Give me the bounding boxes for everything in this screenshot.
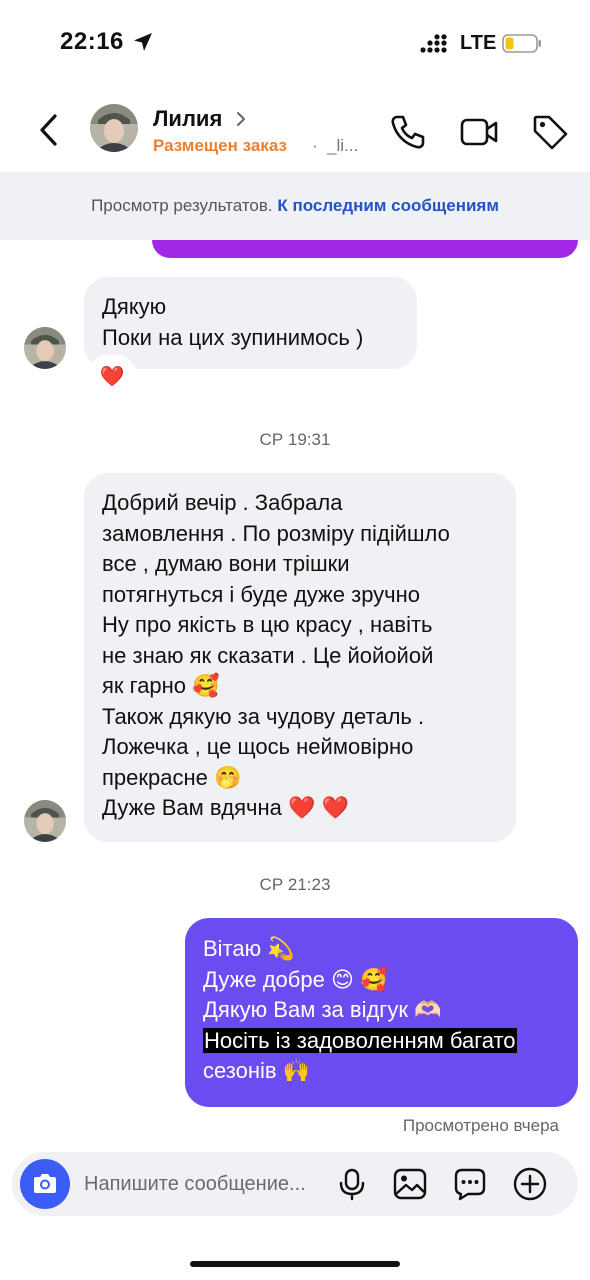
gallery-icon[interactable]: [392, 1166, 428, 1202]
sender-avatar[interactable]: [24, 800, 66, 842]
message-line: Добрий вечір . Забрала: [102, 490, 343, 515]
banner-text: Просмотр результатов.: [91, 196, 273, 215]
subtitle-separator: ·: [312, 136, 318, 155]
status-time: 22:16: [60, 28, 124, 55]
contact-name[interactable]: Лилия: [153, 106, 222, 132]
message-line: прекрасне 🤭: [102, 764, 242, 790]
jump-to-latest-link[interactable]: К последним сообщениям: [277, 196, 499, 215]
camera-button[interactable]: [20, 1159, 70, 1209]
network-type: LTE: [460, 32, 497, 54]
highlighted-message-line: Носіть із задоволенням багато: [203, 1027, 517, 1053]
message-line: не знаю як сказати . Це йойойой: [102, 642, 434, 668]
message-line: сезонів 🙌: [203, 1058, 311, 1083]
microphone-icon[interactable]: [334, 1166, 370, 1202]
contact-handle: _li...: [327, 136, 359, 155]
signal-icon: [420, 34, 447, 53]
heart-reaction: ❤️: [99, 364, 125, 388]
battery-icon: [502, 34, 541, 53]
sender-avatar[interactable]: [24, 327, 66, 369]
message-line: Ну про якість в цю красу , навіть: [102, 612, 433, 637]
location-arrow-icon: [134, 33, 152, 51]
message-line: Дуже Вам вдячна ❤️ ❤️: [102, 795, 349, 820]
back-icon[interactable]: [34, 110, 64, 150]
camera-icon: [34, 1174, 56, 1193]
message-line: Дякую: [102, 294, 167, 319]
message-line: потягнуться і буде дуже зручно: [102, 581, 421, 607]
tag-icon[interactable]: [530, 112, 570, 152]
message-line: Поки на цих зупинимось ): [102, 324, 364, 350]
phone-icon[interactable]: [388, 112, 428, 152]
message-line: все , думаю вони трішки: [102, 551, 350, 576]
message-reaction[interactable]: ❤️: [90, 358, 134, 394]
message-line: Дякую Вам за відгук 🫶🏻: [203, 997, 442, 1022]
message-line: Вітаю 💫: [203, 936, 295, 961]
message-composer: [12, 1152, 578, 1216]
outgoing-message[interactable]: Вітаю 💫 Дуже добре 😊 🥰 Дякую Вам за відг…: [185, 918, 578, 1107]
chevron-right-icon[interactable]: [234, 109, 248, 129]
order-status: Размещен заказ: [153, 136, 287, 155]
home-indicator[interactable]: [190, 1261, 400, 1267]
results-banner: Просмотр результатов. К последним сообще…: [0, 172, 590, 240]
previous-outgoing-bubble: [152, 240, 578, 258]
timestamp: СР 21:23: [259, 875, 331, 894]
video-icon[interactable]: [459, 112, 499, 152]
seen-status: Просмотрено вчера: [402, 1116, 559, 1135]
message-input[interactable]: [84, 1170, 334, 1198]
incoming-message[interactable]: Добрий вечір . Забрала замовлення . По р…: [84, 473, 516, 842]
chat-header: Лилия Размещен заказ · _li...: [0, 88, 590, 172]
message-line: Дуже добре 😊 🥰: [203, 966, 388, 992]
message-line: Ложечка , це щось неймовірно: [102, 734, 414, 759]
plus-icon[interactable]: [512, 1166, 548, 1202]
status-bar: 22:16 LTE: [0, 0, 590, 88]
sticker-icon[interactable]: [452, 1166, 488, 1202]
incoming-message[interactable]: Дякую Поки на цих зупинимось ): [84, 277, 417, 369]
message-line: як гарно 🥰: [102, 673, 220, 698]
message-line: замовлення . По розміру підійшло: [102, 520, 450, 546]
contact-avatar[interactable]: [90, 104, 138, 152]
message-line: Також дякую за чудову деталь .: [102, 703, 425, 729]
timestamp: СР 19:31: [259, 430, 331, 449]
